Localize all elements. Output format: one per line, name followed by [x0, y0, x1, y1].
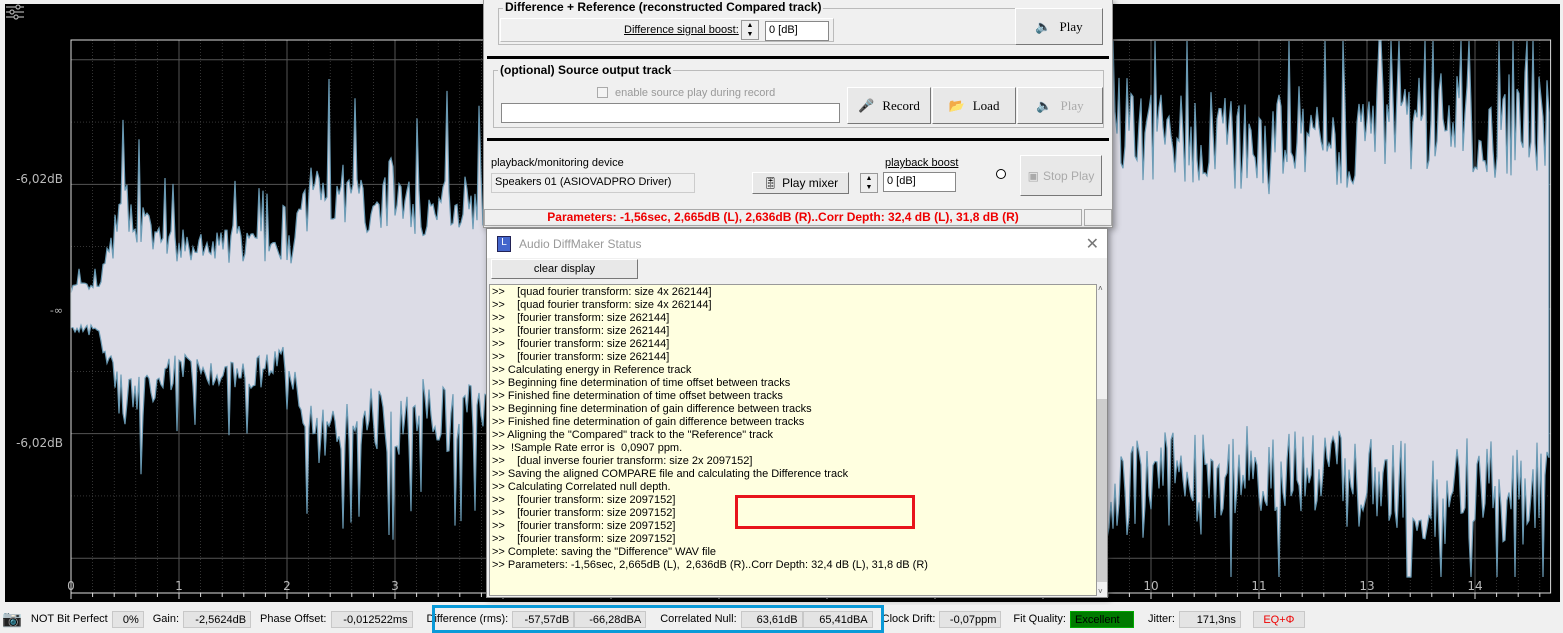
log-line: >> [fourier transform: size 262144]	[492, 312, 670, 324]
device-select[interactable]: Speakers 01 (ASIOVADPRO Driver)	[491, 173, 695, 193]
play-mixer-button[interactable]: 🎚 Play mixer	[752, 172, 849, 194]
diff-boost-label: Difference signal boost:	[624, 24, 739, 36]
status-window: L Audio DiffMaker Status ✕ clear display…	[486, 228, 1108, 598]
scroll-up-icon[interactable]: ˄	[1098, 284, 1103, 293]
x-tick-label: 3	[391, 579, 399, 593]
playback-boost-label: playback boost	[885, 157, 959, 169]
clear-display-label: clear display	[533, 263, 596, 275]
status-indicator-icon	[996, 169, 1006, 179]
log-line: >> Beginning fine determination of gain …	[492, 403, 812, 415]
source-path-input[interactable]	[501, 103, 840, 123]
log-line: >> Parameters: -1,56sec, 2,665dB (L), 2,…	[492, 559, 928, 571]
folder-icon: 📂	[948, 97, 965, 113]
load-button[interactable]: 📂 Load	[932, 87, 1016, 124]
log-line: >> Saving the aligned COMPARE file and c…	[492, 468, 849, 480]
x-tick-label: 2	[283, 579, 291, 593]
separator	[487, 138, 1109, 141]
log-line: >> Finished fine determination of gain d…	[492, 416, 805, 428]
mixer-icon: 🎚	[762, 176, 779, 190]
scrollbar-thumb[interactable]	[1097, 399, 1107, 582]
log-line: >> Complete: saving the "Difference" WAV…	[492, 546, 717, 558]
app-icon: L	[497, 235, 511, 252]
diff-boost-spinner[interactable]: ▲ ▼	[741, 20, 759, 40]
camera-icon[interactable]: 📷	[2, 609, 22, 629]
eq-phase-button[interactable]: EQ+Φ	[1252, 610, 1305, 628]
play-source-button[interactable]: 🔈 Play	[1017, 87, 1103, 124]
x-tick-label: 13	[1359, 579, 1375, 593]
y-label-center: -∞	[49, 304, 63, 317]
stop-play-button[interactable]: ▣ Stop Play	[1020, 155, 1102, 196]
clear-display-button[interactable]: clear display	[491, 259, 638, 279]
phase-label: Phase Offset:	[260, 613, 327, 625]
enable-source-label: enable source play during record	[615, 87, 776, 99]
fit-quality-label: Fit Quality:	[1013, 613, 1066, 625]
log-line: >> Finished fine determination of time o…	[492, 390, 783, 402]
status-titlebar: L Audio DiffMaker Status ✕	[487, 229, 1107, 258]
phase-value: -0,012522ms	[330, 610, 413, 628]
play-label: Play	[1059, 18, 1083, 34]
x-tick-label: 0	[67, 579, 75, 593]
y-label-bottom: -6,02dB	[16, 436, 63, 450]
record-label: Record	[882, 97, 920, 113]
stop-icon: ▣	[1027, 168, 1039, 183]
separator	[487, 56, 1109, 59]
playback-boost-input[interactable]: 0 [dB]	[883, 172, 956, 192]
fit-quality-value: Excellent	[1069, 610, 1134, 628]
difference-group-title: Difference + Reference (reconstructed Co…	[503, 0, 824, 14]
jitter-label: Jitter:	[1147, 613, 1175, 625]
stop-play-label: Stop Play	[1042, 168, 1095, 183]
jitter-value: 171,3ns	[1178, 610, 1241, 628]
play-mixer-label: Play mixer	[782, 176, 839, 190]
y-label-top: -6,02dB	[16, 172, 63, 186]
device-label: playback/monitoring device	[491, 157, 624, 169]
log-line: >> Aligning the "Compared" track to the …	[492, 429, 773, 441]
log-line: >> [quad fourier transform: size 4x 2621…	[492, 286, 712, 298]
difference-null-highlight-box	[432, 605, 884, 633]
source-group-title: (optional) Source output track	[498, 63, 674, 77]
log-line: >> Calculating Correlated null depth.	[492, 481, 671, 493]
log-scrollbar[interactable]: ˄ ˅	[1097, 284, 1107, 596]
microphone-icon: 🎤	[858, 97, 875, 113]
play-difference-button[interactable]: 🔈 Play	[1015, 8, 1103, 45]
clock-drift-label: Clock Drift:	[881, 613, 936, 625]
log-line: >> Calculating energy in Reference track	[492, 364, 692, 376]
speaker-icon: 🔈	[1036, 97, 1053, 113]
log-line: >> [fourier transform: size 262144]	[492, 338, 670, 350]
log-line: >> [quad fourier transform: size 4x 2621…	[492, 299, 712, 311]
x-tick-label: 10	[1143, 579, 1159, 593]
bit-perfect-label: NOT Bit Perfect	[30, 613, 108, 625]
x-tick-label: 11	[1251, 579, 1267, 593]
x-tick-label: 14	[1467, 579, 1483, 593]
settings-sliders-icon[interactable]	[5, 4, 25, 20]
log-line: >> !Sample Rate error is 0,0907 ppm.	[492, 442, 683, 454]
log-line: >> [fourier transform: size 2097152]	[492, 533, 676, 545]
playback-boost-spinner[interactable]: ▲ ▼	[860, 173, 878, 193]
status-title: Audio DiffMaker Status	[519, 236, 642, 251]
scroll-down-icon[interactable]: ˅	[1098, 587, 1103, 596]
log-line: >> [dual inverse fourier transform: size…	[492, 455, 753, 467]
log-line: >> [fourier transform: size 262144]	[492, 325, 670, 337]
log-line: >> Beginning fine determination of time …	[492, 377, 791, 389]
diff-boost-input[interactable]: 0 [dB]	[765, 21, 829, 41]
gain-label: Gain:	[152, 613, 180, 625]
speaker-icon: 🔈	[1035, 18, 1052, 34]
diffmaker-main-dialog: Difference + Reference (reconstructed Co…	[483, 0, 1113, 228]
record-button[interactable]: 🎤 Record	[847, 87, 931, 124]
enable-source-checkbox[interactable]	[597, 87, 608, 98]
clock-drift-value: -0,07ppm	[939, 610, 1002, 628]
load-label: Load	[972, 97, 1000, 113]
gain-value: -2,5624dB	[183, 610, 252, 628]
play-source-label: Play	[1060, 97, 1084, 113]
bit-perfect-value: 0%	[111, 610, 144, 628]
status-panel	[1084, 209, 1112, 226]
x-tick-label: 1	[175, 579, 183, 593]
corr-depth-highlight-box	[735, 495, 915, 529]
parameters-readout: Parameters: -1,56sec, 2,665dB (L), 2,636…	[484, 209, 1082, 226]
log-line: >> [fourier transform: size 262144]	[492, 351, 670, 363]
close-icon[interactable]: ✕	[1086, 234, 1099, 254]
status-log[interactable]: >> [quad fourier transform: size 4x 2621…	[489, 284, 1097, 596]
